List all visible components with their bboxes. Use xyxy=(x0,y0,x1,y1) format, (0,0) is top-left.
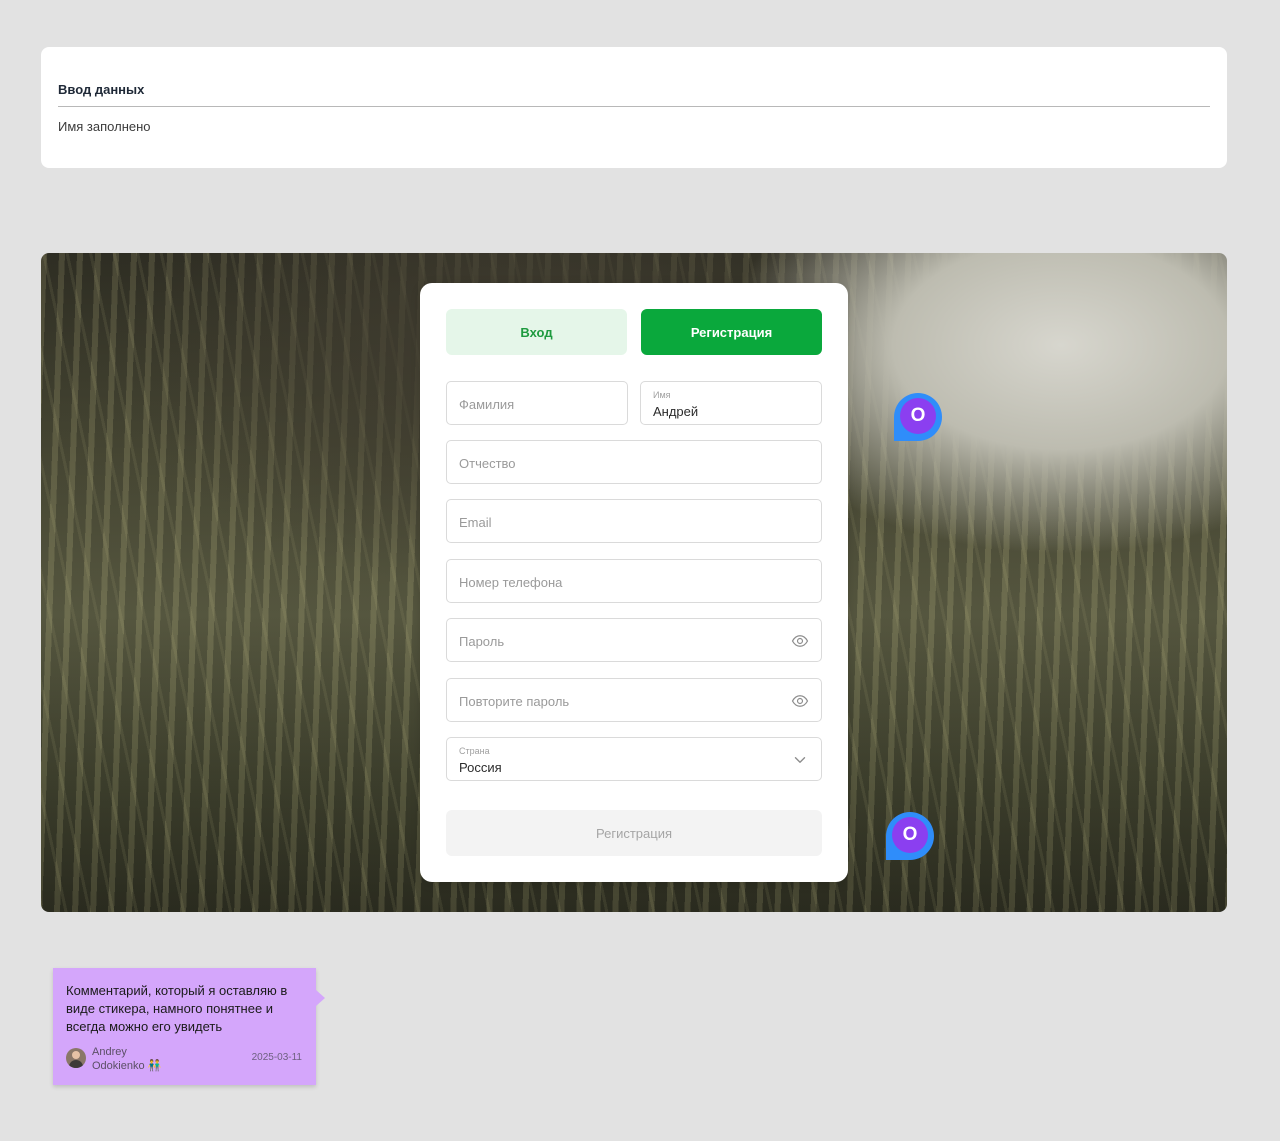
country-value: Россия xyxy=(459,760,502,775)
marker-avatar-letter: O xyxy=(892,817,928,853)
phone-field[interactable]: Номер телефона xyxy=(446,559,822,603)
country-select[interactable]: Страна Россия xyxy=(446,737,822,781)
comment-marker[interactable]: O xyxy=(886,812,934,860)
sticker-text: Комментарий, который я оставляю в виде с… xyxy=(66,983,288,1034)
password-placeholder: Пароль xyxy=(459,634,505,649)
chevron-down-icon[interactable] xyxy=(791,751,809,769)
submit-register-button[interactable]: Регистрация xyxy=(446,810,822,856)
panel-title: Ввод данных xyxy=(58,82,145,97)
author-emoji: 👬 xyxy=(147,1060,162,1072)
country-label: Страна xyxy=(459,746,490,756)
sticker-author: Andrey Odokienko 👬 xyxy=(92,1045,161,1073)
first-name-field[interactable]: Имя Андрей xyxy=(640,381,822,425)
author-last-name: Odokienko xyxy=(92,1060,145,1072)
password-field[interactable]: Пароль xyxy=(446,618,822,662)
sticker-comment[interactable]: Комментарий, который я оставляю в виде с… xyxy=(53,968,325,1085)
sticker-date: 2025-03-11 xyxy=(251,1052,302,1063)
email-field[interactable]: Email xyxy=(446,499,822,543)
registration-form-card: Вход Регистрация Фамилия Имя Андрей Отче… xyxy=(420,283,848,882)
eye-icon[interactable] xyxy=(791,692,809,710)
password-repeat-field[interactable]: Повторите пароль xyxy=(446,678,822,722)
phone-placeholder: Номер телефона xyxy=(459,575,563,590)
patronymic-field[interactable]: Отчество xyxy=(446,440,822,484)
last-name-placeholder: Фамилия xyxy=(459,397,515,412)
first-name-value: Андрей xyxy=(653,404,699,419)
author-first-name: Andrey xyxy=(92,1046,127,1058)
tab-login[interactable]: Вход xyxy=(446,309,627,355)
author-avatar xyxy=(66,1048,86,1068)
patronymic-placeholder: Отчество xyxy=(459,456,516,471)
data-input-panel: Ввод данных Имя заполнено xyxy=(41,47,1227,168)
comment-marker[interactable]: O xyxy=(894,393,942,441)
last-name-field[interactable]: Фамилия xyxy=(446,381,628,425)
tab-register[interactable]: Регистрация xyxy=(641,309,822,355)
first-name-label: Имя xyxy=(653,390,671,400)
panel-status-text: Имя заполнено xyxy=(58,119,151,134)
panel-divider xyxy=(58,106,1210,107)
eye-icon[interactable] xyxy=(791,632,809,650)
password-repeat-placeholder: Повторите пароль xyxy=(459,694,570,709)
email-placeholder: Email xyxy=(459,515,492,530)
marker-avatar-letter: O xyxy=(900,398,936,434)
